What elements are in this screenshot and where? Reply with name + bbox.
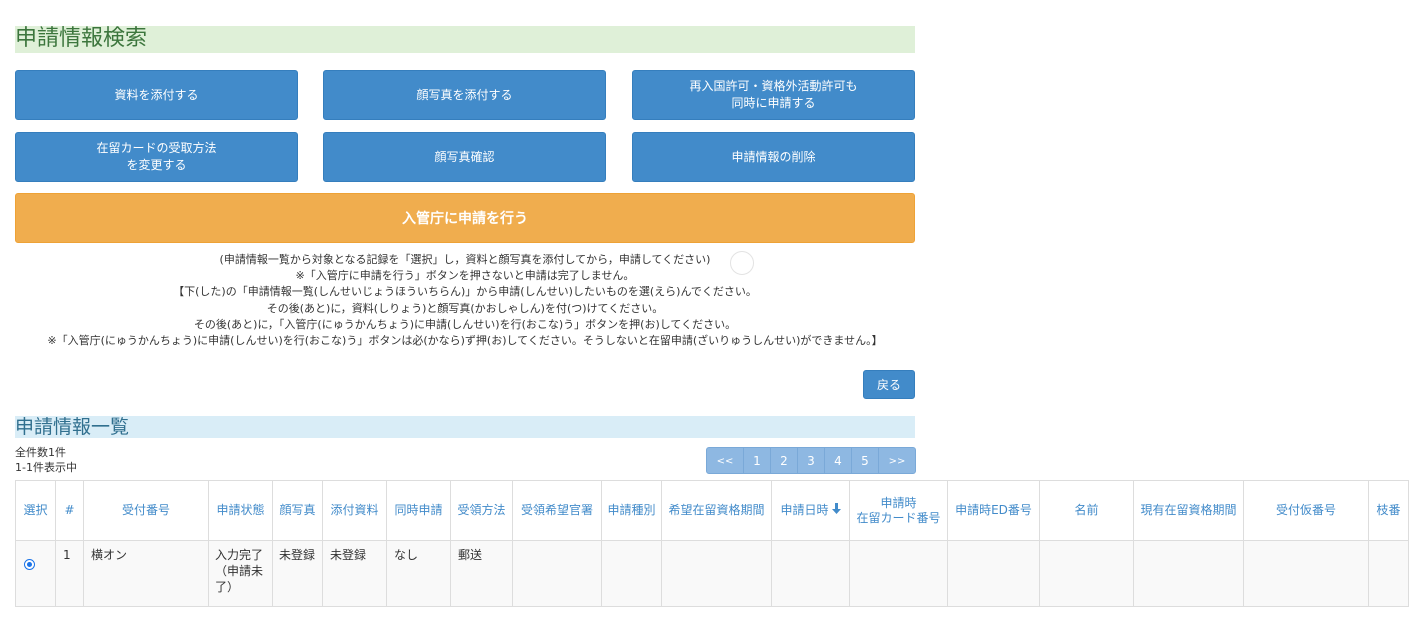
application-table: 選択 # 受付番号 申請状態 顔写真 添付資料 同時申請 受領方法 受領希望官署…	[15, 480, 1409, 607]
col-ed-number[interactable]: 申請時ED番号	[947, 480, 1040, 541]
total-count: 全件数1件	[15, 446, 66, 459]
col-application-date[interactable]: 申請日時	[771, 480, 850, 541]
instruction-line: 【下(した)の「申請情報一覧(しんせいじょうほういちらん)」から申請(しんせい)…	[173, 285, 757, 299]
delete-application-button[interactable]: 申請情報の削除	[632, 132, 915, 182]
photo-check-button[interactable]: 顔写真確認	[323, 132, 606, 182]
back-button[interactable]: 戻る	[863, 370, 915, 399]
col-number: #	[55, 480, 84, 541]
page-last-button[interactable]: >>	[878, 447, 916, 474]
page-5-button[interactable]: 5	[851, 447, 879, 474]
desired-period-cell	[661, 540, 772, 607]
page-3-button[interactable]: 3	[797, 447, 825, 474]
col-docs[interactable]: 添付資料	[322, 480, 387, 541]
instruction-line: ※「入管庁(にゅうかんちょう)に申請(しんせい)を行(おこな)う」ボタンは必(か…	[47, 334, 883, 348]
current-period-cell	[1133, 540, 1244, 607]
select-cell	[15, 540, 56, 607]
table-row: 1 横オン 入力完了（申請未了） 未登録 未登録 なし 郵送	[15, 540, 1409, 607]
list-section-title: 申請情報一覧	[15, 416, 915, 438]
row-select-radio[interactable]	[24, 559, 35, 570]
instruction-line: その後(あと)に，「入管庁(にゅうかんちょう)に申請(しんせい)を行(おこな)う…	[193, 317, 737, 331]
change-card-receipt-button[interactable]: 在留カードの受取方法 を変更する	[15, 132, 298, 182]
application-type-cell	[601, 540, 662, 607]
col-application-type[interactable]: 申請種別	[601, 480, 662, 541]
status-cell: 入力完了（申請未了）	[208, 540, 273, 607]
col-current-period[interactable]: 現有在留資格期間	[1133, 480, 1244, 541]
branch-number-cell	[1368, 540, 1409, 607]
page-4-button[interactable]: 4	[824, 447, 852, 474]
col-desired-period[interactable]: 希望在留資格期間	[661, 480, 772, 541]
table-header-row: 選択 # 受付番号 申請状態 顔写真 添付資料 同時申請 受領方法 受領希望官署…	[15, 480, 1409, 541]
col-receipt-no[interactable]: 受付番号	[83, 480, 209, 541]
page-1-button[interactable]: 1	[743, 447, 771, 474]
photo-cell: 未登録	[272, 540, 323, 607]
col-select: 選択	[15, 480, 56, 541]
instruction-line: ※「入管庁に申請を行う」ボタンを押さないと申請は完了しません。	[295, 269, 635, 283]
col-name[interactable]: 名前	[1039, 480, 1134, 541]
method-cell: 郵送	[450, 540, 513, 607]
search-section-title: 申請情報検索	[15, 26, 915, 53]
col-receipt-method[interactable]: 受領方法	[450, 480, 513, 541]
instructions: (申請情報一覧から対象となる記録を「選択」し，資料と顔写真を添付してから，申請し…	[15, 252, 915, 349]
col-temp-number[interactable]: 受付仮番号	[1243, 480, 1369, 541]
application-date-cell	[771, 540, 850, 607]
card-number-cell	[849, 540, 948, 607]
col-card-number[interactable]: 申請時 在留カード番号	[849, 480, 948, 541]
submit-application-button[interactable]: 入管庁に申請を行う	[15, 193, 915, 243]
temp-number-cell	[1243, 540, 1369, 607]
col-office[interactable]: 受領希望官署	[512, 480, 602, 541]
page-first-button[interactable]: <<	[706, 447, 744, 474]
ed-number-cell	[947, 540, 1040, 607]
docs-cell: 未登録	[322, 540, 387, 607]
instruction-line: (申請情報一覧から対象となる記録を「選択」し，資料と顔写真を添付してから，申請し…	[219, 253, 711, 266]
receipt-number-cell: 横オン	[83, 540, 209, 607]
attach-documents-button[interactable]: 資料を添付する	[15, 70, 298, 120]
arrow-down-icon	[831, 503, 841, 518]
reentry-permit-button[interactable]: 再入国許可・資格外活動許可も 同時に申請する	[632, 70, 915, 120]
col-simultaneous[interactable]: 同時申請	[386, 480, 451, 541]
name-cell	[1039, 540, 1134, 607]
record-count: 全件数1件 1-1件表示中	[15, 446, 77, 475]
attach-photo-button[interactable]: 顔写真を添付する	[323, 70, 606, 120]
row-number: 1	[55, 540, 84, 607]
loading-circle-icon	[730, 251, 754, 275]
instruction-line: その後(あと)に，資料(しりょう)と顔写真(かおしゃしん)を付(つ)けてください…	[266, 301, 664, 315]
office-cell	[512, 540, 602, 607]
col-status[interactable]: 申請状態	[208, 480, 273, 541]
showing-range: 1-1件表示中	[15, 460, 77, 474]
page-2-button[interactable]: 2	[770, 447, 798, 474]
col-application-date-label: 申請日時	[780, 503, 829, 517]
col-photo[interactable]: 顔写真	[272, 480, 323, 541]
pagination: << 1 2 3 4 5 >>	[706, 447, 916, 474]
simultaneous-cell: なし	[386, 540, 451, 607]
col-branch-number[interactable]: 枝番	[1368, 480, 1409, 541]
